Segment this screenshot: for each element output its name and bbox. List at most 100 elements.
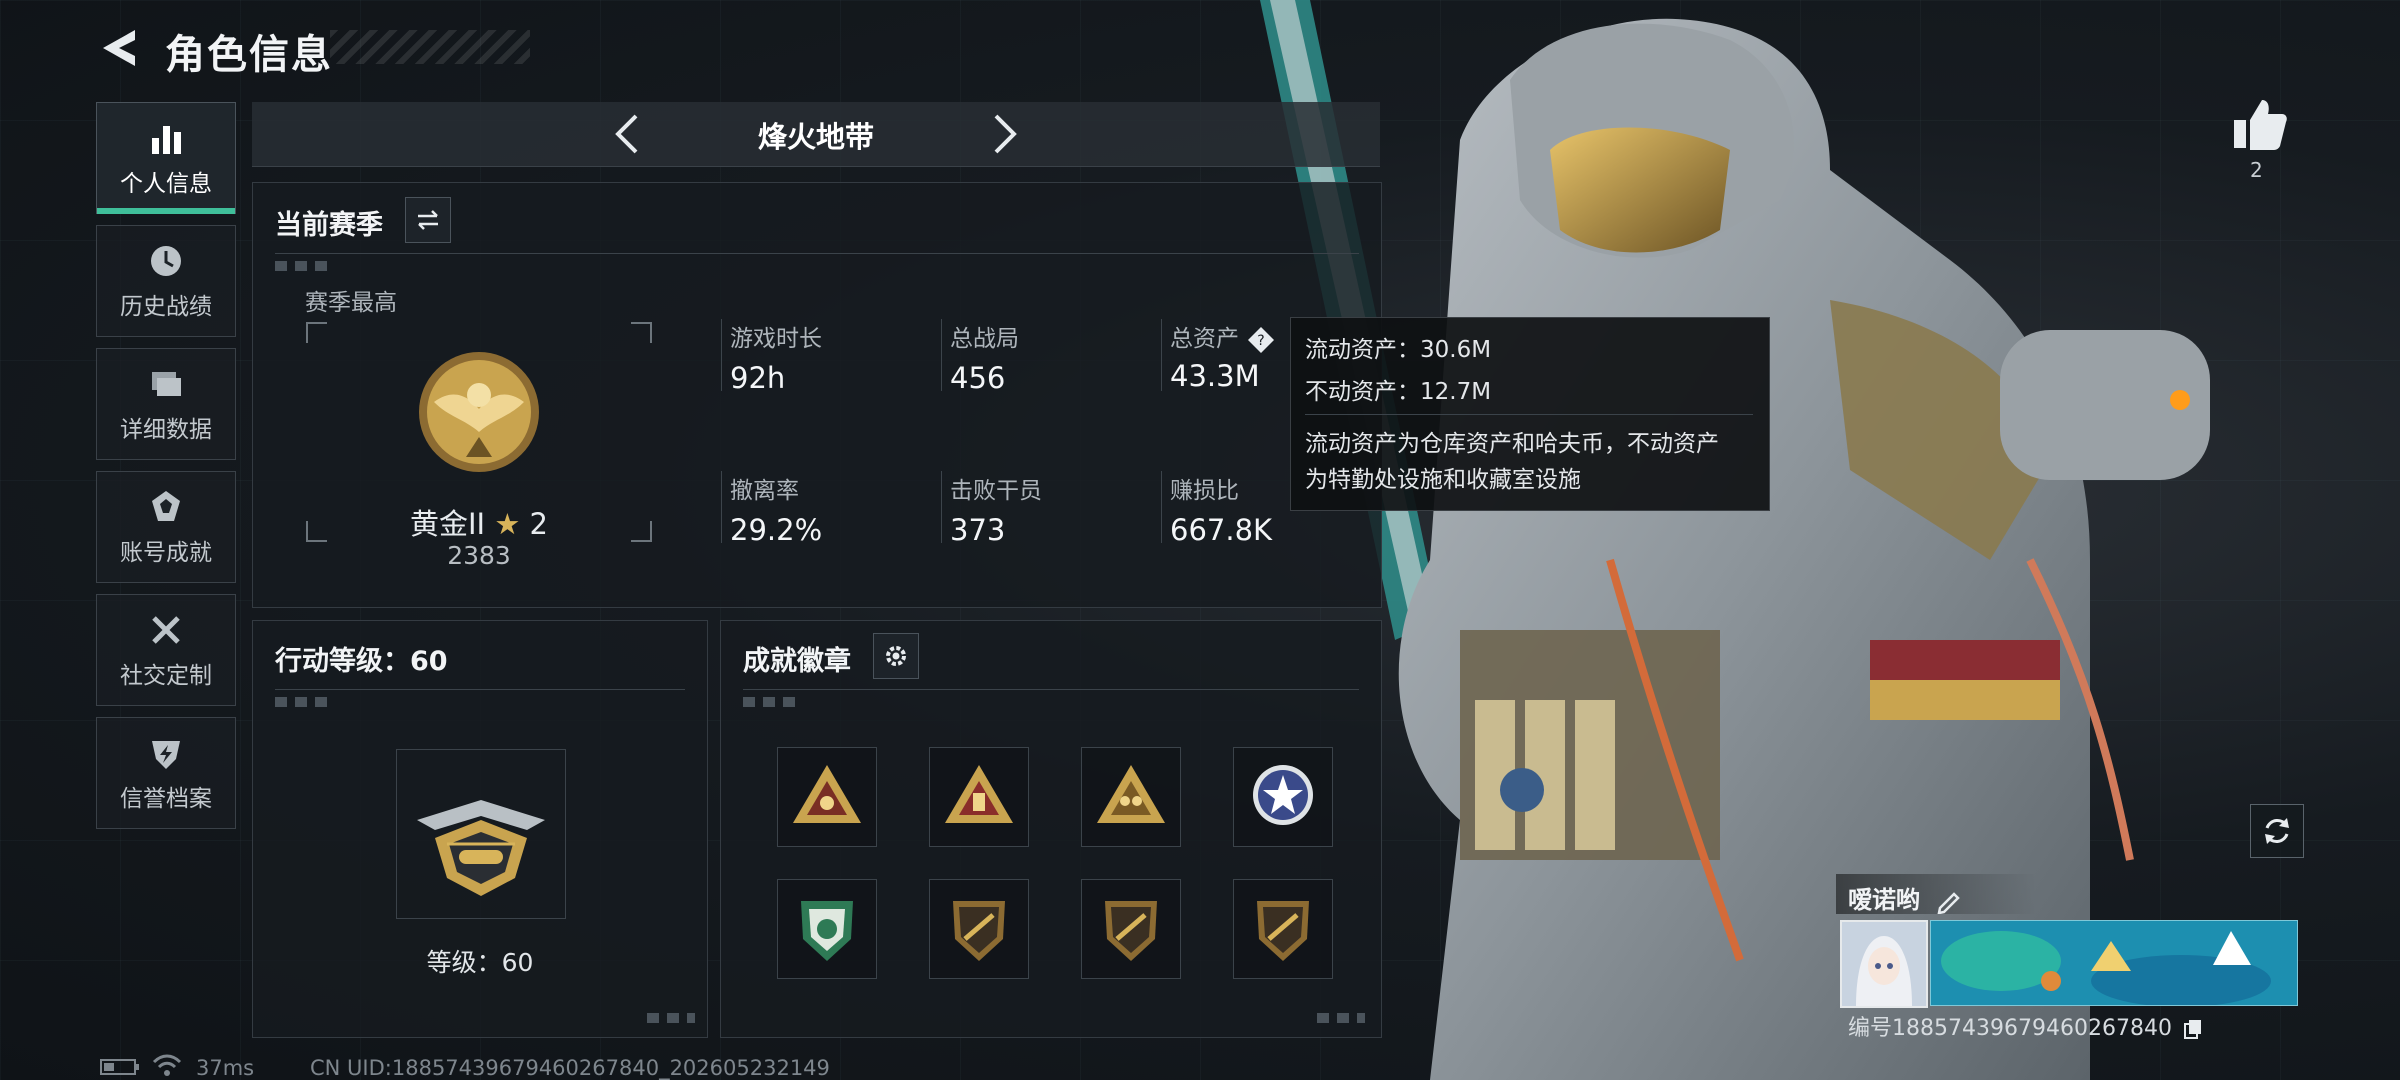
action-level-panel: 行动等级：60 等级：60 — [252, 620, 708, 1038]
player-id: 编号18857439679460267840 — [1848, 1010, 2203, 1042]
divider — [743, 689, 1359, 690]
mode-selector: 烽火地带 — [252, 102, 1380, 167]
avatar[interactable] — [1840, 920, 1928, 1008]
stat-label: 撤离率 — [730, 478, 799, 504]
copy-icon[interactable] — [2183, 1018, 2203, 1040]
season-panel: 当前赛季 赛季最高 黄金II ★ 2 2383 游戏时长 92h 总战局 456 — [252, 182, 1382, 608]
uid-text: CN UID:18857439679460267840_202605232149 — [310, 1056, 830, 1080]
season-best-label: 赛季最高 — [305, 290, 397, 316]
stat-value: 43.3M — [1170, 358, 1260, 393]
achievement-badge-7[interactable] — [1081, 879, 1181, 979]
nav-item-achievements[interactable]: 账号成就 — [96, 471, 236, 583]
crowd-badge-icon — [1097, 765, 1165, 823]
rank-stars: 2 — [529, 507, 548, 541]
rock-hand-badge-icon — [945, 765, 1013, 823]
season-title: 当前赛季 — [275, 210, 383, 241]
achievement-badge-8[interactable] — [1233, 879, 1333, 979]
stat-operators-defeated: 击败干员 373 — [941, 471, 1042, 547]
gold-rank-emblem-icon — [419, 352, 539, 472]
stat-label: 击败干员 — [950, 478, 1042, 504]
player-name-text: 嗳诺哟 — [1848, 886, 1920, 914]
battery-icon — [100, 1059, 139, 1075]
like-count: 2 — [2250, 158, 2263, 182]
mode-title: 烽火地带 — [757, 120, 874, 154]
achievement-badge-2[interactable] — [929, 747, 1029, 847]
ocean-banner-image — [1931, 921, 2297, 1005]
achievement-badge-6[interactable] — [929, 879, 1029, 979]
stat-play-time: 游戏时长 92h — [721, 319, 822, 395]
profile-banner[interactable] — [1930, 920, 2298, 1006]
edit-pencil-icon[interactable] — [1936, 888, 1962, 915]
history-clock-icon — [151, 246, 181, 276]
achievement-badge-4[interactable] — [1233, 747, 1333, 847]
action-level-title: 行动等级：60 — [275, 646, 448, 677]
nav-item-detailed-data[interactable]: 详细数据 — [96, 348, 236, 460]
achievement-badges-panel: 成就徽章 — [720, 620, 1382, 1038]
rifle-shield-badge-icon — [1105, 901, 1157, 961]
badge-settings-button[interactable] — [873, 633, 919, 679]
stat-value: 373 — [950, 513, 1006, 547]
level-badge-frame — [396, 749, 566, 919]
nav-label: 信誉档案 — [120, 786, 212, 812]
achievement-badge-1[interactable] — [777, 747, 877, 847]
level-text: 等级：60 — [426, 948, 534, 977]
stat-label: 总资产 ? — [1170, 319, 1276, 355]
ping-text: 37ms — [196, 1056, 255, 1080]
tooltip-description-1: 流动资产为仓库资产和哈夫币，不动资产 — [1305, 431, 1719, 457]
achievement-badge-3[interactable] — [1081, 747, 1181, 847]
rank-points: 2383 — [447, 541, 511, 570]
helicopter-badge-icon — [417, 800, 545, 896]
star-badge-icon — [1253, 765, 1313, 825]
stat-total-matches: 总战局 456 — [941, 319, 1019, 395]
folders-icon — [152, 372, 181, 396]
tools-icon — [152, 616, 180, 644]
page-title: 角色信息 — [165, 32, 333, 78]
shield-bolt-icon — [152, 741, 180, 769]
nav-item-reputation[interactable]: 信誉档案 — [96, 717, 236, 829]
decoration-ticks — [275, 261, 335, 271]
divider — [275, 689, 685, 690]
thumbs-up-icon[interactable] — [2230, 96, 2288, 154]
stat-total-assets: 总资产 ? 43.3M — [1161, 319, 1276, 393]
stat-value: 29.2% — [730, 513, 823, 547]
triangle-badge-icon — [793, 765, 861, 823]
stat-value: 92h — [730, 361, 786, 395]
divider — [275, 253, 1359, 254]
stat-value: 667.8K — [1170, 513, 1273, 547]
nav-label: 详细数据 — [120, 417, 212, 443]
next-mode-arrow-icon[interactable] — [980, 110, 1028, 158]
nav-item-history[interactable]: 历史战绩 — [96, 225, 236, 337]
title-decoration — [330, 30, 530, 64]
swap-arrows-icon — [418, 210, 438, 230]
side-nav: 个人信息 历史战绩 详细数据 账号成就 社交定制 信誉档案 — [96, 102, 236, 840]
gear-icon — [886, 646, 906, 666]
decoration-ticks — [647, 1013, 695, 1023]
nav-label: 个人信息 — [120, 171, 212, 197]
stat-label-text: 总资产 — [1170, 326, 1239, 352]
bar-chart-icon — [152, 126, 181, 154]
stat-label: 游戏时长 — [730, 326, 822, 352]
svg-text:?: ? — [1258, 333, 1265, 349]
stat-extraction-rate: 撤离率 29.2% — [721, 471, 822, 547]
help-question-icon[interactable]: ? — [1246, 325, 1276, 355]
back-arrow-icon[interactable] — [95, 24, 143, 72]
switch-season-button[interactable] — [405, 197, 451, 243]
decoration-ticks — [275, 697, 335, 707]
nav-item-social[interactable]: 社交定制 — [96, 594, 236, 706]
nav-label: 账号成就 — [120, 540, 212, 566]
liquid-assets-line: 流动资产：30.6M — [1305, 337, 1492, 363]
stat-label: 赚损比 — [1170, 478, 1239, 504]
rifle-shield-badge-icon — [953, 901, 1005, 961]
player-name: 嗳诺哟 — [1848, 880, 1962, 915]
nav-item-personal-info[interactable]: 个人信息 — [96, 102, 236, 214]
achievement-icon — [152, 491, 180, 521]
rank-name: 黄金II — [410, 507, 486, 541]
decoration-ticks — [743, 697, 803, 707]
stat-value: 456 — [950, 361, 1006, 395]
nav-label: 历史战绩 — [120, 294, 212, 320]
rifle-shield-badge-icon — [1257, 901, 1309, 961]
refresh-button[interactable] — [2250, 804, 2304, 858]
assets-tooltip: 流动资产：30.6M 不动资产：12.7M 流动资产为仓库资产和哈夫币，不动资产… — [1290, 317, 1770, 511]
player-id-text: 编号18857439679460267840 — [1848, 1016, 2172, 1041]
achievement-badge-5[interactable] — [777, 879, 877, 979]
